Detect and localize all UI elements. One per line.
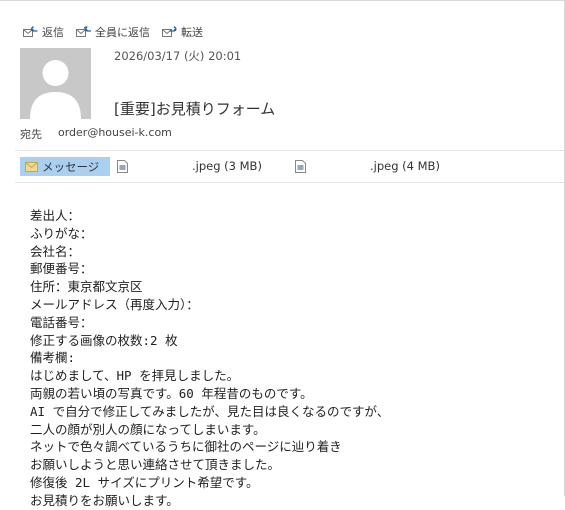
- body-line: 修正する画像の枚数:2 枚: [30, 332, 178, 348]
- image-file-icon: [117, 160, 128, 173]
- body-line: 住所：東京都文京区: [30, 279, 143, 295]
- attachment-1-name: .jpeg (3 MB): [192, 159, 262, 173]
- reply-button[interactable]: 返信: [22, 24, 64, 40]
- body-line: 郵便番号：: [30, 261, 93, 277]
- body-line: お願いしようと思い連絡させて頂きました。: [30, 457, 281, 473]
- forward-button[interactable]: 転送: [161, 24, 203, 40]
- body-line: ネットで色々調べているうちに御社のページに辿り着き: [30, 439, 342, 455]
- to-address[interactable]: order@housei-k.com: [58, 126, 172, 142]
- message-timestamp: 2026/03/17 (火) 20:01: [114, 49, 242, 63]
- message-tab[interactable]: メッセージ: [20, 157, 110, 176]
- message-tab-label: メッセージ: [42, 159, 100, 174]
- reply-all-label: 全員に返信: [95, 26, 150, 39]
- body-line: AI で自分で修正してみましたが、見た目は良くなるのですが、: [30, 403, 390, 419]
- message-subject: [重要]お見積りフォーム: [114, 100, 276, 118]
- person-icon: [20, 48, 91, 119]
- body-divider: [15, 182, 564, 183]
- body-line: メールアドレス（再度入力）：: [30, 296, 199, 312]
- recipient-row: 宛先 order@housei-k.com: [20, 126, 172, 142]
- forward-icon: [162, 26, 177, 37]
- body-line: 電話番号：: [30, 314, 93, 330]
- body-line: はじめまして、HP を拝見しました。: [30, 368, 240, 384]
- envelope-icon: [25, 161, 38, 172]
- image-file-icon: [295, 160, 306, 173]
- to-label: 宛先: [20, 128, 42, 141]
- sender-avatar: [20, 48, 91, 119]
- body-line: 両親の若い頃の写真です。60 年程昔のものです。: [30, 385, 313, 401]
- attachment-2-name: .jpeg (4 MB): [370, 159, 440, 173]
- reply-all-button[interactable]: 全員に返信: [75, 24, 150, 40]
- window-top-border: [0, 0, 565, 1]
- body-line: お見積りをお願いします。: [30, 492, 179, 508]
- reply-all-icon: [76, 26, 91, 37]
- header-divider: [15, 150, 564, 151]
- attachment-1[interactable]: .jpeg (3 MB): [117, 157, 277, 176]
- attachment-2[interactable]: .jpeg (4 MB): [295, 157, 460, 176]
- body-line: 会社名：: [30, 243, 81, 259]
- reply-icon: [23, 26, 38, 37]
- body-line: ふりがな：: [30, 225, 93, 241]
- body-line: 備考欄:: [30, 350, 76, 366]
- message-toolbar: 返信 全員に返信 転送: [22, 24, 214, 40]
- body-line: 修復後 2L サイズにプリント希望です。: [30, 474, 259, 490]
- reply-label: 返信: [42, 26, 64, 39]
- forward-label: 転送: [181, 26, 203, 39]
- message-body: 差出人： ふりがな： 会社名： 郵便番号： 住所：東京都文京区 メールアドレス（…: [30, 207, 389, 510]
- attachment-bar: メッセージ .jpeg (3 MB) .jpeg (4 MB): [20, 157, 560, 176]
- body-line: 差出人：: [30, 208, 81, 223]
- body-line: 二人の顔が別人の顔になってしまいます。: [30, 421, 266, 437]
